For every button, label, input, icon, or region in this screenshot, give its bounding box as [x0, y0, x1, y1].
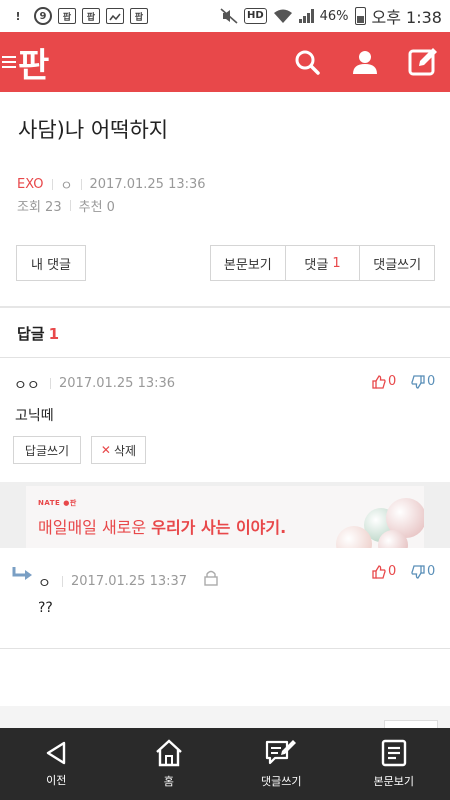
ad-banner-area: NATE ●판 매일매일 새로운 우리가 사는 이야기. [0, 482, 450, 548]
status-bar: ! 9 팝 팝 팝 HD 46% 오후 1:38 [0, 0, 450, 32]
back-icon [47, 741, 66, 765]
write-post-icon[interactable] [408, 47, 438, 77]
divider [51, 179, 53, 190]
upvote-button[interactable]: 0 [372, 374, 396, 389]
divider [69, 200, 71, 211]
section-divider [0, 648, 450, 649]
signal-icon [298, 9, 314, 23]
view-count: 조회 23 [17, 200, 62, 215]
post-title: 사담)나 어떡하지 [18, 118, 169, 142]
pann-notification-icon: 팝 [130, 8, 148, 24]
scroll-top-tab[interactable] [384, 720, 438, 728]
nav-write-comment[interactable]: 댓글쓰기 [225, 728, 338, 800]
recommend-count: 추천 0 [78, 200, 115, 215]
pann-logo[interactable]: 판 [18, 38, 49, 87]
replies-label: 답글 [17, 325, 45, 343]
post-stats: 조회 23 추천 0 [17, 196, 115, 215]
home-icon [155, 739, 182, 767]
my-comments-button[interactable]: 내 댓글 [16, 245, 86, 281]
reply-button[interactable]: 답글쓰기 [13, 436, 81, 464]
image-icon [106, 8, 124, 24]
section-divider [0, 306, 450, 308]
replies-header: 답글 1 [17, 323, 59, 344]
post-category[interactable]: EXO [17, 177, 44, 192]
battery-percent: 46% [319, 8, 349, 24]
clock: 오후 1:38 [371, 8, 442, 27]
ad-brand: NATE ●판 [38, 499, 77, 507]
comment-date: 2017.01.25 13:36 [50, 376, 175, 391]
nav-home[interactable]: 홈 [113, 728, 226, 800]
comment-author: ㅇ [38, 576, 51, 592]
app-notification-icon: 9 [34, 7, 52, 25]
comment-text: ?? [38, 600, 53, 616]
nav-back[interactable]: 이전 [0, 728, 113, 800]
bottom-navigation: 이전 홈 댓글쓰기 본문보기 [0, 728, 450, 800]
post-meta: EXO ㅇ 2017.01.25 13:36 [17, 175, 206, 194]
nav-home-label: 홈 [163, 775, 174, 788]
post-action-group: 본문보기 댓글 1 댓글쓰기 [210, 245, 435, 281]
section-divider [0, 357, 450, 358]
page-footer [0, 706, 450, 728]
menu-icon[interactable] [0, 56, 16, 68]
reply-arrow-icon [12, 567, 32, 580]
upvote-button[interactable]: 0 [372, 564, 396, 579]
pann-notification-icon: 팝 [58, 8, 76, 24]
ad-text: 매일매일 새로운 우리가 사는 이야기. [38, 518, 287, 537]
wifi-icon [273, 9, 292, 23]
nav-view-post-label: 본문보기 [373, 775, 414, 788]
post-date: 2017.01.25 13:36 [89, 177, 206, 192]
mute-icon [220, 8, 238, 24]
downvote-button[interactable]: 0 [411, 564, 435, 579]
nav-write-comment-label: 댓글쓰기 [261, 775, 302, 788]
comments-label: 댓글 [304, 257, 329, 273]
thumbs-up-icon [372, 374, 386, 389]
alert-icon: ! [15, 9, 21, 23]
lock-icon [204, 570, 218, 586]
comment-text: 고닉떼 [15, 408, 54, 424]
comments-button[interactable]: 댓글 1 [286, 246, 361, 280]
comments-count: 1 [332, 255, 341, 271]
divider [80, 179, 82, 190]
view-post-button[interactable]: 본문보기 [211, 246, 286, 280]
ad-banner[interactable]: NATE ●판 매일매일 새로운 우리가 사는 이야기. [26, 486, 424, 548]
search-icon[interactable] [292, 47, 322, 77]
app-header: 판 [0, 32, 450, 92]
thumbs-down-icon [411, 564, 425, 579]
post-author: ㅇ [60, 179, 73, 194]
thumbs-up-icon [372, 564, 386, 579]
document-icon [381, 739, 406, 767]
replies-count: 1 [48, 325, 60, 343]
nav-back-label: 이전 [46, 774, 67, 787]
comment-date: 2017.01.25 13:37 [62, 574, 187, 589]
hd-voice-icon: HD [243, 8, 267, 24]
write-comment-button[interactable]: 댓글쓰기 [360, 246, 434, 280]
battery-icon [354, 7, 366, 25]
close-icon: ✕ [100, 443, 111, 457]
user-icon[interactable] [350, 47, 380, 77]
pann-notification-icon: 팝 [82, 8, 100, 24]
delete-button[interactable]: ✕ 삭제 [91, 436, 146, 464]
comment-write-icon [266, 740, 297, 765]
nav-view-post[interactable]: 본문보기 [338, 728, 450, 800]
downvote-button[interactable]: 0 [411, 374, 435, 389]
comment-author: ㅇㅇ [14, 378, 40, 394]
thumbs-down-icon [411, 374, 425, 389]
